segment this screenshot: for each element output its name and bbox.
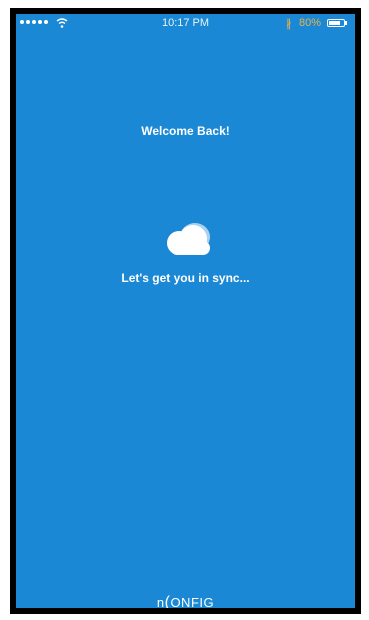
welcome-heading: Welcome Back!: [141, 124, 230, 138]
battery-fill: [329, 21, 340, 25]
battery-tip: [345, 21, 347, 25]
nconfig-logo: n(ONFIG: [16, 594, 355, 608]
bluetooth-icon: ∦: [286, 18, 292, 30]
status-bar: 10:17 PM ∦ 80%: [16, 14, 355, 34]
phone-frame: 10:17 PM ∦ 80% Welcome Back! Let's get y…: [10, 8, 361, 614]
battery-percent: 80%: [299, 17, 322, 29]
logo-text: ONFIG: [170, 595, 215, 608]
app-screen: 10:17 PM ∦ 80% Welcome Back! Let's get y…: [16, 14, 355, 608]
sync-message: Let's get you in sync...: [121, 271, 250, 285]
logo-prefix: n: [156, 595, 165, 608]
battery-icon: [327, 19, 345, 27]
cloud-icon: [167, 223, 210, 255]
